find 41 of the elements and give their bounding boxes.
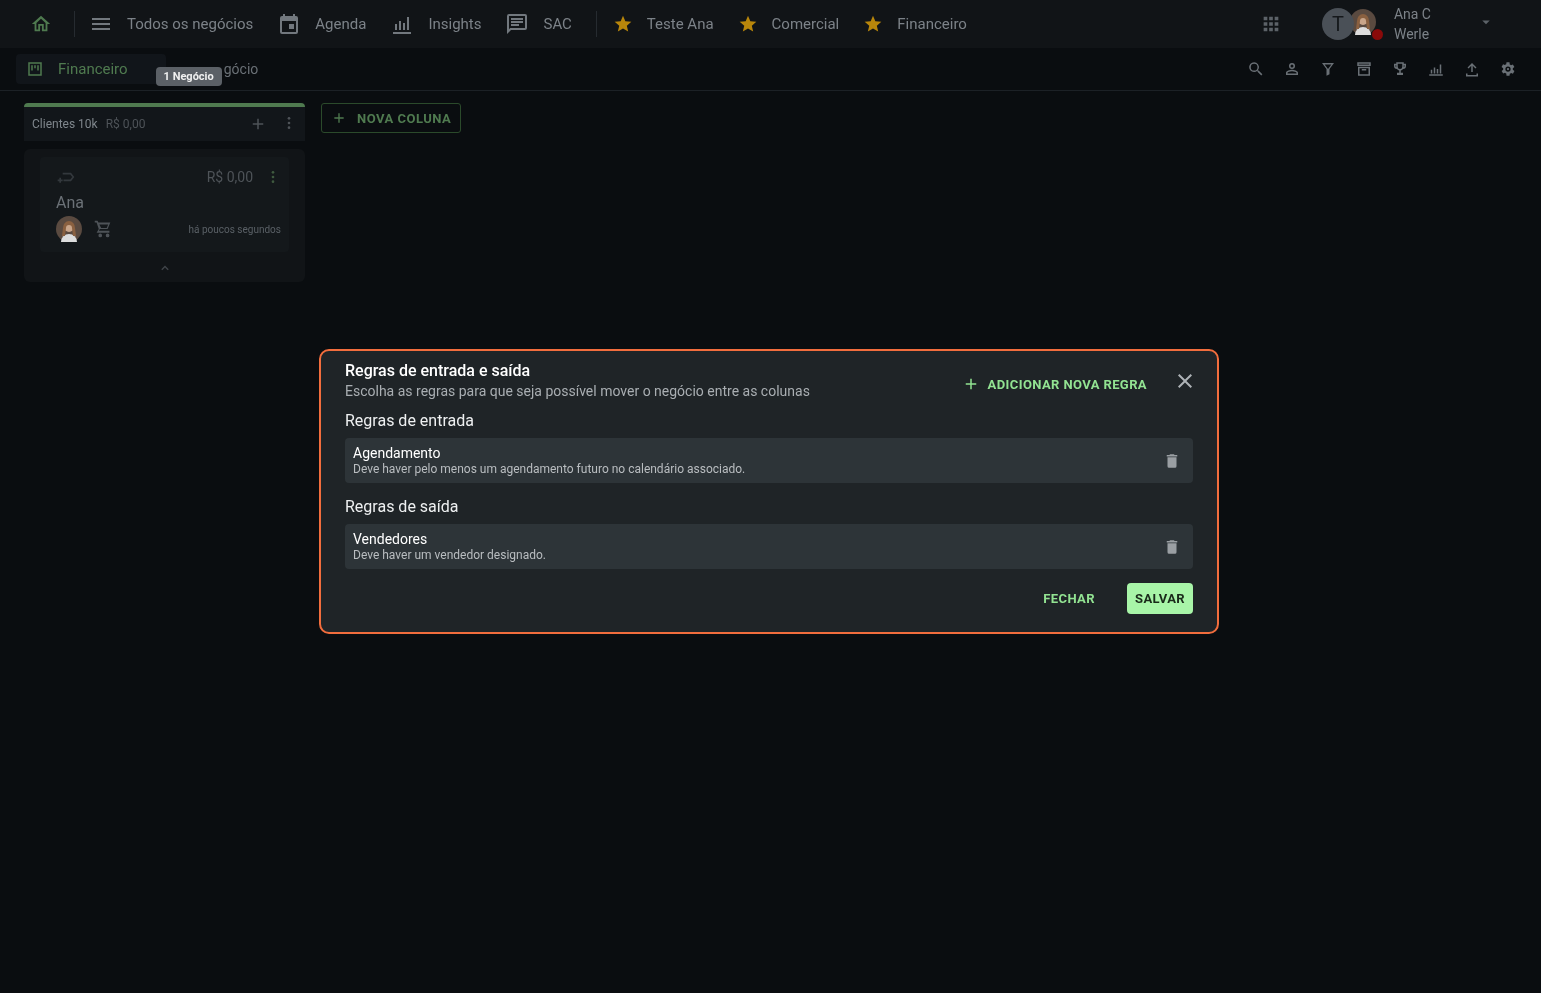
archive-icon[interactable] xyxy=(1355,60,1373,78)
section-heading: Regras de saída xyxy=(345,497,460,516)
deal-name: Ana xyxy=(56,193,85,212)
section-heading: Regras de entrada xyxy=(345,411,475,430)
rule-description: Deve haver pelo menos um agendamento futuro no calendário associado. xyxy=(353,462,746,476)
dialog-subtitle: Escolha as regras para que seja possível mover o negócio entre as colunas xyxy=(345,383,810,399)
dialog-title: Regras de entrada e saída xyxy=(345,361,532,380)
upload-icon[interactable] xyxy=(1463,60,1481,78)
add-icon xyxy=(331,110,347,126)
favorite-link[interactable]: Comercial xyxy=(771,15,840,33)
save-button[interactable]: SALVAR xyxy=(1127,583,1193,614)
trophy-icon[interactable] xyxy=(1391,60,1409,78)
filter-icon[interactable] xyxy=(1319,60,1337,78)
close-button[interactable]: FECHAR xyxy=(1035,583,1103,614)
chat-icon[interactable] xyxy=(505,12,530,36)
favorite-link[interactable]: Teste Ana xyxy=(646,15,714,33)
rule-name: Vendedores xyxy=(353,531,429,547)
user-name[interactable]: Ana C Werle xyxy=(1393,4,1431,44)
rule-description: Deve haver um vendedor designado. xyxy=(353,548,546,562)
add-rule-button[interactable]: ADICIONAR NOVA REGRA xyxy=(961,371,1147,397)
new-column-button[interactable]: NOVA COLUNA xyxy=(321,103,462,133)
deal-time: há poucos segundos xyxy=(188,223,281,235)
person-icon[interactable] xyxy=(1283,60,1301,78)
avatar-photo xyxy=(1349,9,1376,35)
avatar-photo xyxy=(56,216,82,242)
favorite-link[interactable]: Financeiro xyxy=(897,15,967,33)
nav-link[interactable]: Insights xyxy=(428,15,482,33)
search-icon[interactable] xyxy=(1247,60,1265,78)
column-total: R$ 0,00 xyxy=(105,117,146,131)
rule-name: Agendamento xyxy=(353,445,442,461)
deal-count: gócio xyxy=(223,61,259,77)
deal-card[interactable]: R$ 0,00 Ana há poucos segundos xyxy=(40,157,289,252)
nav-link[interactable]: SAC xyxy=(543,15,572,33)
nav-link[interactable]: Agenda xyxy=(315,15,367,33)
kanban-icon xyxy=(26,60,44,78)
column-title: Clientes 10k xyxy=(32,117,98,131)
tooltip: 1 Negócio xyxy=(155,66,222,86)
status-dot xyxy=(1371,29,1383,40)
settings-icon[interactable] xyxy=(1499,60,1517,78)
nav-link[interactable]: Todos os negócios xyxy=(127,15,254,33)
deal-amount: R$ 0,00 xyxy=(206,169,253,185)
